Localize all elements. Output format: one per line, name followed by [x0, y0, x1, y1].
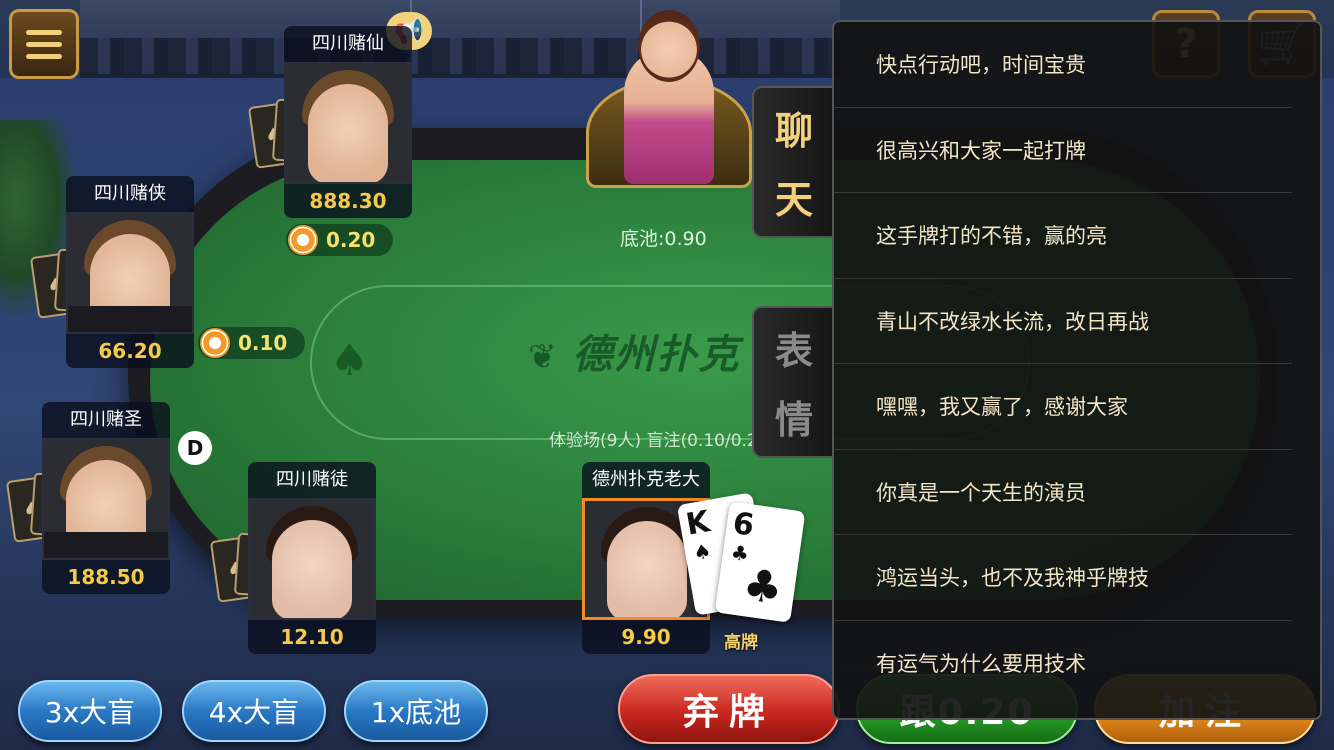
chip-icon [200, 328, 230, 358]
player-name: 四川赌仙 [284, 26, 412, 62]
quick-chat-item[interactable]: 嘿嘿，我又赢了，感谢大家 [834, 364, 1292, 450]
player-bet: 0.20 [286, 224, 394, 256]
player-seat[interactable]: 四川赌徒 12.10 [248, 462, 376, 654]
player-name: 四川赌侠 [66, 176, 194, 212]
table-logo: ❦ 德州扑克 [528, 332, 741, 378]
quick-chat-item[interactable]: 快点行动吧，时间宝贵 [834, 22, 1292, 108]
bet-1x-pot-button[interactable]: 1x底池 [344, 680, 488, 742]
spade-icon: ♠ [330, 335, 370, 386]
bet-3x-big-blind-button[interactable]: 3x大盲 [18, 680, 162, 742]
quick-chat-item[interactable]: 鸿运当头，也不及我神乎牌技 [834, 535, 1292, 621]
pot-amount: 底池:0.90 [620, 228, 707, 250]
player-chips: 888.30 [284, 184, 412, 218]
bet-4x-big-blind-button[interactable]: 4x大盲 [182, 680, 326, 742]
player-name: 四川赌圣 [42, 402, 170, 438]
dealer-girl [586, 8, 752, 188]
avatar-suit [44, 532, 168, 558]
dealer-button: D [178, 431, 212, 465]
quick-chat-panel: 快点行动吧，时间宝贵 很高兴和大家一起打牌 这手牌打的不错，赢的亮 青山不改绿水… [832, 20, 1322, 720]
player-seat[interactable]: 四川赌圣 188.50 [42, 402, 170, 594]
hole-card: 6 ♣ ♣ [714, 501, 806, 623]
player-seat[interactable]: 四川赌侠 66.20 [66, 176, 194, 368]
bet-amount: 0.10 [238, 331, 288, 355]
menu-icon [26, 53, 62, 59]
room-info: 体验场(9人) 盲注(0.10/0.20) [549, 431, 776, 451]
avatar-suit [68, 306, 192, 332]
quick-chat-item[interactable]: 这手牌打的不错，赢的亮 [834, 193, 1292, 279]
tab-chat[interactable]: 聊 天 [752, 86, 834, 238]
fold-button[interactable]: 弃牌 [618, 674, 840, 744]
card-suit: ♠ [691, 538, 714, 566]
card-rank: 6 [730, 506, 757, 544]
quick-chat-item[interactable]: 你真是一个天生的演员 [834, 450, 1292, 535]
hand-type: 高牌 [724, 633, 758, 653]
quick-chat-item[interactable]: 青山不改绿水长流，改日再战 [834, 279, 1292, 364]
avatar-face [272, 520, 352, 618]
player-name: 四川赌徒 [248, 462, 376, 498]
player-bet: 0.10 [198, 327, 306, 359]
quick-chat-item[interactable]: 很高兴和大家一起打牌 [834, 108, 1292, 193]
card-rank: K [683, 504, 713, 543]
avatar [248, 498, 376, 620]
menu-button[interactable] [9, 9, 79, 79]
tab-chat-char: 聊 [774, 109, 813, 153]
my-hole-cards: K ♠ 6 ♣ ♣ [676, 492, 816, 630]
chip-icon [288, 225, 318, 255]
avatar-face [607, 521, 687, 617]
menu-icon [26, 41, 62, 47]
player-seat[interactable]: 四川赌仙 888.30 [284, 26, 412, 218]
avatar [42, 438, 170, 560]
tab-emoji[interactable]: 表 情 [752, 306, 834, 458]
tab-chat-char: 天 [774, 178, 813, 222]
player-chips: 66.20 [66, 334, 194, 368]
player-chips: 188.50 [42, 560, 170, 594]
avatar [66, 212, 194, 334]
avatar-face [308, 84, 388, 182]
tab-emoji-char: 表 [774, 329, 813, 373]
avatar [284, 62, 412, 184]
menu-icon [26, 29, 62, 35]
tab-emoji-char: 情 [774, 398, 813, 442]
quick-chat-item[interactable]: 有运气为什么要用技术 [834, 621, 1292, 707]
dealer-head [638, 10, 700, 82]
card-big-suit: ♣ [739, 559, 786, 616]
bet-amount: 0.20 [326, 228, 376, 252]
player-chips: 12.10 [248, 620, 376, 654]
